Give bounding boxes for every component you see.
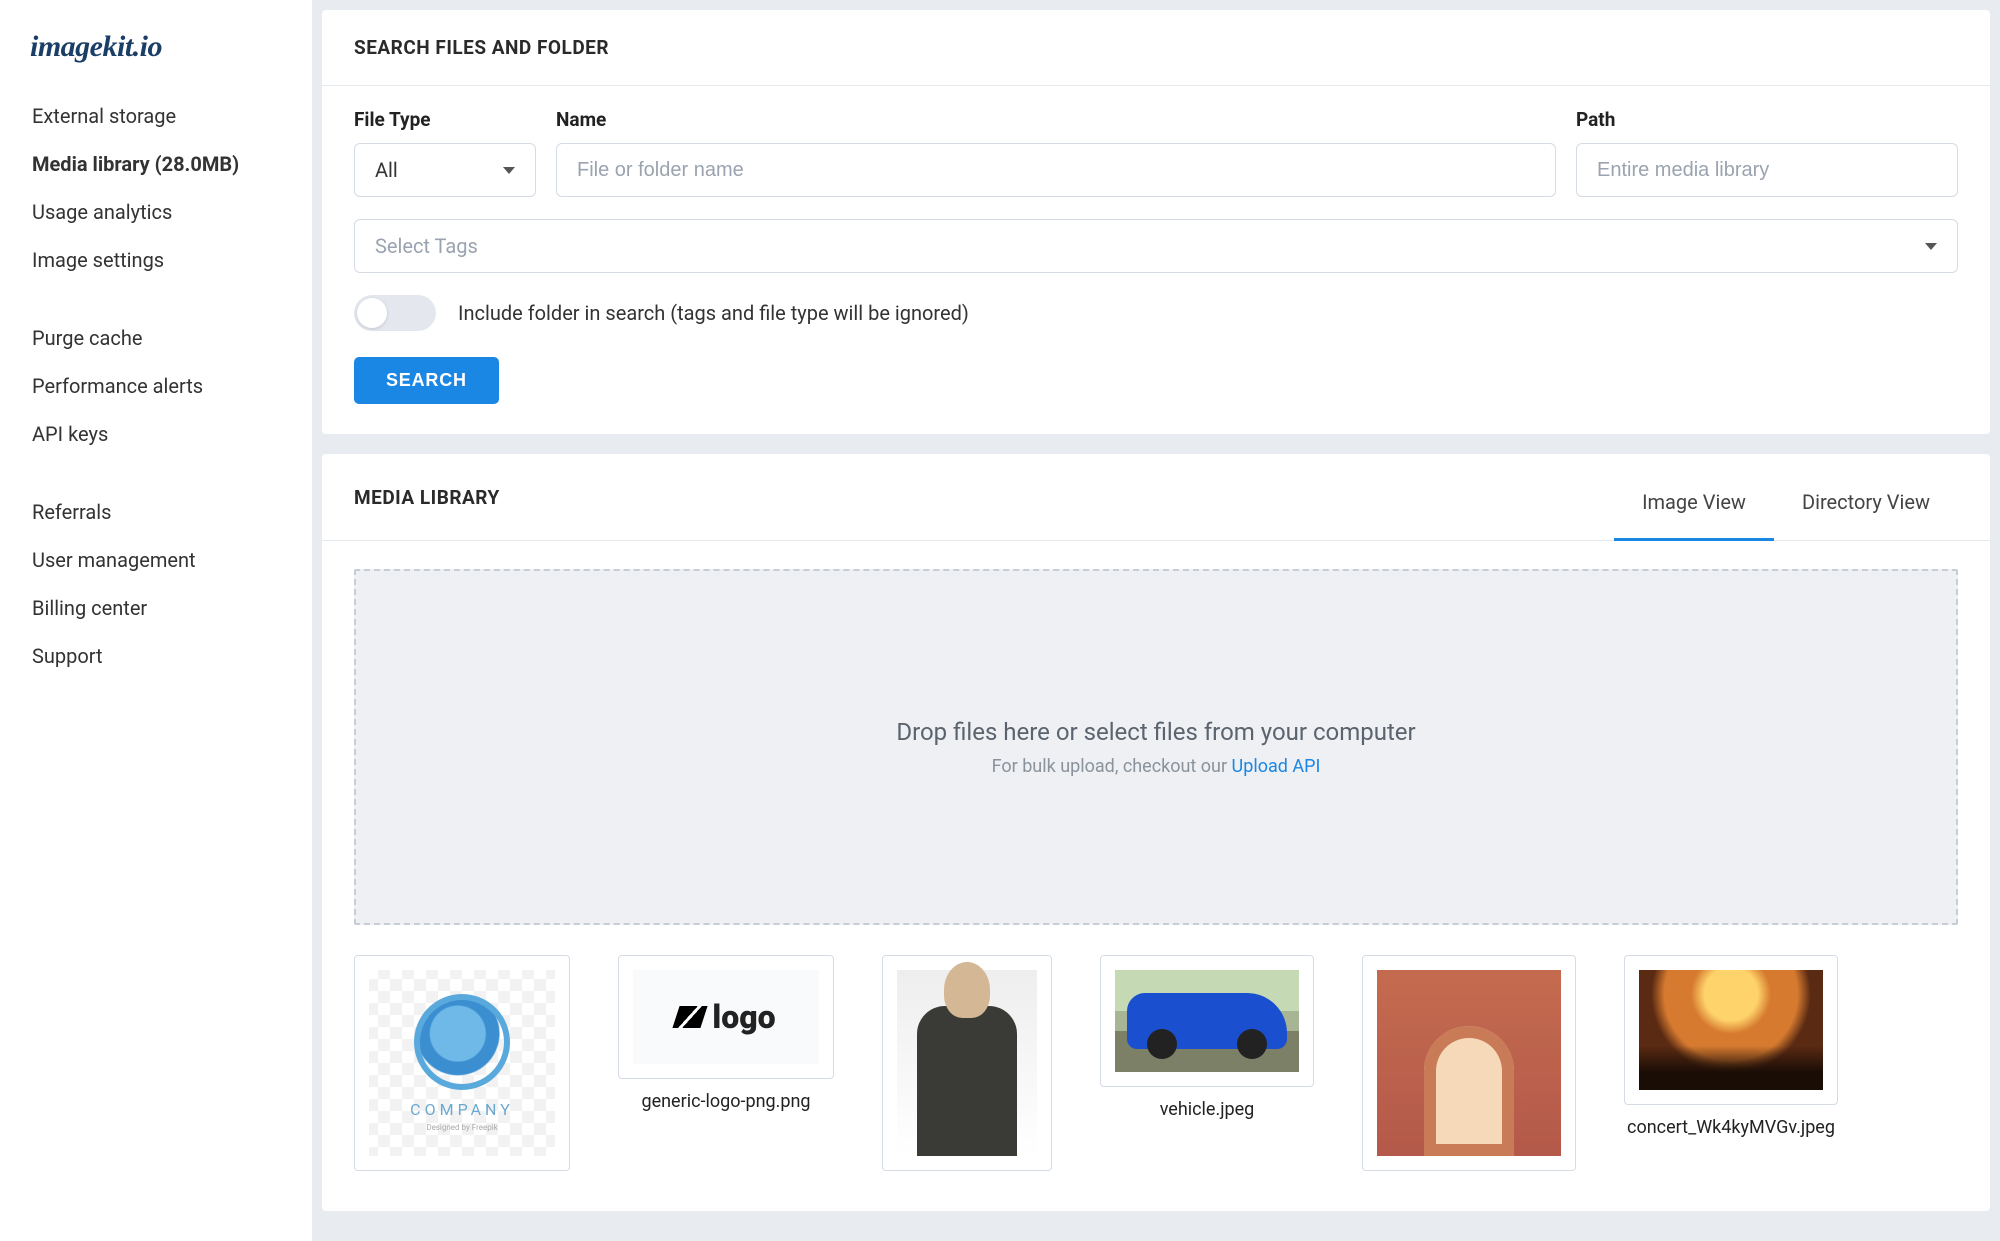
dropzone-sub-text: For bulk upload, checkout our Upload API (992, 756, 1321, 777)
nav-billing-center[interactable]: Billing center (0, 584, 312, 632)
globe-icon (414, 994, 510, 1090)
tab-image-view[interactable]: Image View (1614, 480, 1774, 541)
file-name: concert_Wk4kyMVGv.jpeg (1627, 1117, 1835, 1138)
include-folder-toggle[interactable] (354, 295, 436, 331)
file-card: vehicle.jpeg (1100, 955, 1314, 1183)
nav-group-2: Purge cache Performance alerts API keys (0, 314, 312, 458)
nav-support[interactable]: Support (0, 632, 312, 680)
library-title: MEDIA LIBRARY (354, 486, 500, 509)
thumb-company-sub: Designed by Freepik (426, 1123, 497, 1132)
toggle-knob (357, 298, 387, 328)
nav-external-storage[interactable]: External storage (0, 92, 312, 140)
nav-purge-cache[interactable]: Purge cache (0, 314, 312, 362)
nav-performance-alerts[interactable]: Performance alerts (0, 362, 312, 410)
file-thumbnail[interactable] (1624, 955, 1838, 1105)
search-card: SEARCH FILES AND FOLDER File Type All Na… (322, 10, 1990, 434)
include-folder-label: Include folder in search (tags and file … (458, 301, 969, 325)
search-header: SEARCH FILES AND FOLDER (322, 10, 1990, 86)
file-thumbnail[interactable]: COMPANY Designed by Freepik (354, 955, 570, 1171)
dropzone-main-text: Drop files here or select files from you… (896, 718, 1415, 746)
file-thumbnail[interactable] (1100, 955, 1314, 1087)
nav-media-library[interactable]: Media library (28.0MB) (0, 140, 312, 188)
file-card (1362, 955, 1576, 1183)
file-thumbnail[interactable] (882, 955, 1052, 1171)
file-type-label: File Type (354, 108, 536, 131)
chevron-down-icon (503, 167, 515, 174)
name-input[interactable] (556, 143, 1556, 197)
file-card: COMPANY Designed by Freepik (354, 955, 570, 1183)
file-type-select[interactable]: All (354, 143, 536, 197)
slash-icon (673, 1006, 708, 1028)
file-card (882, 955, 1052, 1183)
path-label: Path (1576, 108, 1958, 131)
dropzone-sub-prefix: For bulk upload, checkout our (992, 756, 1232, 777)
file-name: vehicle.jpeg (1160, 1099, 1255, 1120)
nav-image-settings[interactable]: Image settings (0, 236, 312, 284)
nav-user-management[interactable]: User management (0, 536, 312, 584)
nav-api-keys[interactable]: API keys (0, 410, 312, 458)
brand-logo: imagekit.io (0, 20, 312, 92)
library-card: MEDIA LIBRARY Image View Directory View … (322, 454, 1990, 1211)
thumb-person (897, 970, 1037, 1156)
file-grid: COMPANY Designed by Freepik logo (354, 955, 1958, 1183)
file-type-value: All (375, 158, 398, 182)
nav-group-1: External storage Media library (28.0MB) … (0, 92, 312, 284)
thumb-generic-logo: logo (633, 970, 819, 1064)
main-content: SEARCH FILES AND FOLDER File Type All Na… (312, 0, 2000, 1241)
search-title: SEARCH FILES AND FOLDER (354, 36, 1958, 59)
nav-group-3: Referrals User management Billing center… (0, 488, 312, 680)
search-button[interactable]: SEARCH (354, 357, 499, 404)
upload-api-link[interactable]: Upload API (1232, 756, 1321, 777)
file-thumbnail[interactable]: logo (618, 955, 834, 1079)
view-tabs: Image View Directory View (1614, 480, 1958, 514)
tab-directory-view[interactable]: Directory View (1774, 480, 1958, 541)
path-input[interactable] (1576, 143, 1958, 197)
file-card: concert_Wk4kyMVGv.jpeg (1624, 955, 1838, 1183)
upload-dropzone[interactable]: Drop files here or select files from you… (354, 569, 1958, 925)
thumb-company-text: COMPANY (410, 1100, 514, 1119)
name-label: Name (556, 108, 1556, 131)
nav-usage-analytics[interactable]: Usage analytics (0, 188, 312, 236)
chevron-down-icon (1925, 243, 1937, 250)
nav-referrals[interactable]: Referrals (0, 488, 312, 536)
file-card: logo generic-logo-png.png (618, 955, 834, 1183)
file-name: generic-logo-png.png (641, 1091, 810, 1112)
tags-select[interactable]: Select Tags (354, 219, 1958, 273)
thumb-architecture (1377, 970, 1561, 1156)
thumb-company-logo: COMPANY Designed by Freepik (369, 970, 555, 1156)
file-thumbnail[interactable] (1362, 955, 1576, 1171)
thumb-concert (1639, 970, 1823, 1090)
thumb-vehicle (1115, 970, 1299, 1072)
tags-placeholder: Select Tags (375, 234, 478, 258)
sidebar: imagekit.io External storage Media libra… (0, 0, 312, 1241)
